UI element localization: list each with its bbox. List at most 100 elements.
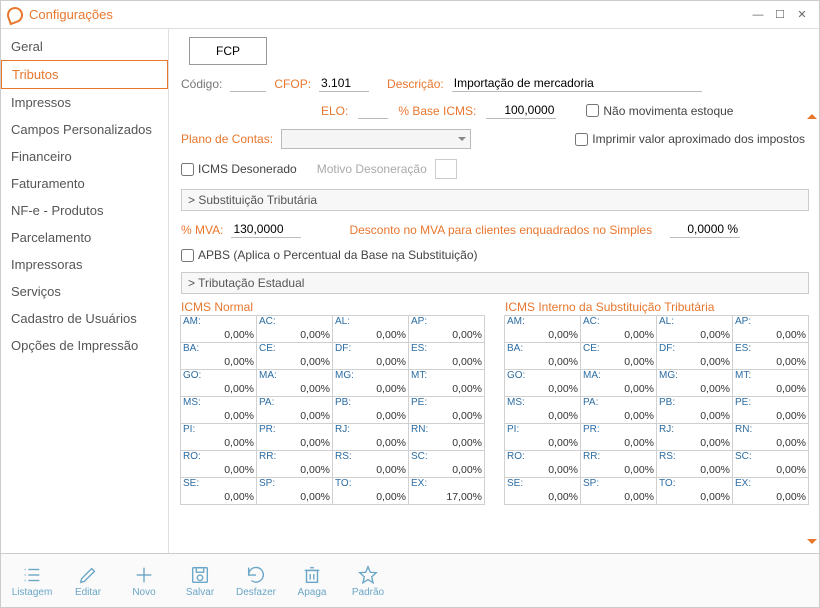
icms-cell-ba[interactable]: BA:0,00% bbox=[180, 342, 257, 370]
icms-cell-al[interactable]: AL:0,00% bbox=[656, 315, 733, 343]
fcp-button[interactable]: FCP bbox=[189, 37, 267, 65]
icms-cell-rj[interactable]: RJ:0,00% bbox=[332, 423, 409, 451]
icms-cell-ms[interactable]: MS:0,00% bbox=[504, 396, 581, 424]
sidebar-item-op-es-de-impress-o[interactable]: Opções de Impressão bbox=[1, 332, 168, 359]
icms-cell-ma[interactable]: MA:0,00% bbox=[580, 369, 657, 397]
base-icms-label: % Base ICMS: bbox=[398, 104, 476, 118]
icms-cell-go[interactable]: GO:0,00% bbox=[180, 369, 257, 397]
icms-cell-ma[interactable]: MA:0,00% bbox=[256, 369, 333, 397]
scroll-up-icon[interactable] bbox=[807, 109, 817, 119]
sidebar-item-parcelamento[interactable]: Parcelamento bbox=[1, 224, 168, 251]
novo-button[interactable]: Novo bbox=[123, 564, 165, 598]
maximize-button[interactable]: ☐ bbox=[769, 6, 791, 24]
salvar-button[interactable]: Salvar bbox=[179, 564, 221, 598]
sidebar-item-financeiro[interactable]: Financeiro bbox=[1, 143, 168, 170]
icms-cell-ce[interactable]: CE:0,00% bbox=[256, 342, 333, 370]
icms-cell-mg[interactable]: MG:0,00% bbox=[656, 369, 733, 397]
plano-contas-select[interactable] bbox=[281, 129, 471, 149]
sidebar-item-cadastro-de-usu-rios[interactable]: Cadastro de Usuários bbox=[1, 305, 168, 332]
icms-cell-sp[interactable]: SP:0,00% bbox=[256, 477, 333, 505]
motivo-desoneracao-input[interactable] bbox=[435, 159, 457, 179]
icms-cell-ms[interactable]: MS:0,00% bbox=[180, 396, 257, 424]
content-pane: FCP Código: CFOP: Descrição: ELO: % Base… bbox=[169, 29, 819, 553]
section-substituicao[interactable]: > Substituição Tributária bbox=[181, 189, 809, 211]
icms-cell-pr[interactable]: PR:0,00% bbox=[580, 423, 657, 451]
icms-cell-mt[interactable]: MT:0,00% bbox=[732, 369, 809, 397]
icms-cell-pb[interactable]: PB:0,00% bbox=[656, 396, 733, 424]
icms-cell-pi[interactable]: PI:0,00% bbox=[180, 423, 257, 451]
scroll-down-icon[interactable] bbox=[807, 539, 817, 549]
elo-input[interactable] bbox=[358, 102, 388, 119]
sidebar-item-faturamento[interactable]: Faturamento bbox=[1, 170, 168, 197]
icms-cell-ap[interactable]: AP:0,00% bbox=[408, 315, 485, 343]
icms-cell-go[interactable]: GO:0,00% bbox=[504, 369, 581, 397]
icms-cell-ap[interactable]: AP:0,00% bbox=[732, 315, 809, 343]
icms-cell-se[interactable]: SE:0,00% bbox=[180, 477, 257, 505]
listagem-button[interactable]: Listagem bbox=[11, 564, 53, 598]
apaga-button[interactable]: Apaga bbox=[291, 564, 333, 598]
icms-cell-rr[interactable]: RR:0,00% bbox=[256, 450, 333, 478]
icms-cell-mt[interactable]: MT:0,00% bbox=[408, 369, 485, 397]
base-icms-input[interactable] bbox=[486, 102, 556, 119]
descricao-input[interactable] bbox=[452, 75, 702, 92]
sidebar-item-tributos[interactable]: Tributos bbox=[1, 60, 168, 89]
icms-cell-pe[interactable]: PE:0,00% bbox=[732, 396, 809, 424]
icms-cell-se[interactable]: SE:0,00% bbox=[504, 477, 581, 505]
icms-cell-pa[interactable]: PA:0,00% bbox=[256, 396, 333, 424]
icms-cell-sc[interactable]: SC:0,00% bbox=[408, 450, 485, 478]
icms-cell-ro[interactable]: RO:0,00% bbox=[180, 450, 257, 478]
icms-cell-es[interactable]: ES:0,00% bbox=[408, 342, 485, 370]
apbs-checkbox[interactable]: APBS (Aplica o Percentual da Base na Sub… bbox=[181, 248, 478, 262]
icms-cell-df[interactable]: DF:0,00% bbox=[656, 342, 733, 370]
sidebar-item-geral[interactable]: Geral bbox=[1, 33, 168, 60]
icms-cell-al[interactable]: AL:0,00% bbox=[332, 315, 409, 343]
icms-cell-ex[interactable]: EX:0,00% bbox=[732, 477, 809, 505]
icms-cell-rn[interactable]: RN:0,00% bbox=[732, 423, 809, 451]
close-button[interactable]: ✕ bbox=[791, 6, 813, 24]
icms-cell-am[interactable]: AM:0,00% bbox=[504, 315, 581, 343]
icms-cell-ac[interactable]: AC:0,00% bbox=[256, 315, 333, 343]
icms-cell-ce[interactable]: CE:0,00% bbox=[580, 342, 657, 370]
icms-cell-rn[interactable]: RN:0,00% bbox=[408, 423, 485, 451]
minimize-button[interactable]: — bbox=[747, 6, 769, 24]
mva-input[interactable] bbox=[231, 221, 301, 238]
icms-cell-ex[interactable]: EX:17,00% bbox=[408, 477, 485, 505]
desc-mva-input[interactable] bbox=[670, 221, 740, 238]
icms-cell-rs[interactable]: RS:0,00% bbox=[332, 450, 409, 478]
icms-cell-pi[interactable]: PI:0,00% bbox=[504, 423, 581, 451]
icms-cell-ba[interactable]: BA:0,00% bbox=[504, 342, 581, 370]
codigo-input[interactable] bbox=[230, 75, 266, 92]
icms-cell-am[interactable]: AM:0,00% bbox=[180, 315, 257, 343]
icms-cell-rs[interactable]: RS:0,00% bbox=[656, 450, 733, 478]
icms-cell-df[interactable]: DF:0,00% bbox=[332, 342, 409, 370]
icms-cell-to[interactable]: TO:0,00% bbox=[656, 477, 733, 505]
icms-cell-mg[interactable]: MG:0,00% bbox=[332, 369, 409, 397]
padrao-button[interactable]: Padrão bbox=[347, 564, 389, 598]
icms-cell-pa[interactable]: PA:0,00% bbox=[580, 396, 657, 424]
nao-movimenta-checkbox[interactable]: Não movimenta estoque bbox=[586, 104, 733, 118]
icms-cell-pr[interactable]: PR:0,00% bbox=[256, 423, 333, 451]
icms-cell-ro[interactable]: RO:0,00% bbox=[504, 450, 581, 478]
icms-cell-ac[interactable]: AC:0,00% bbox=[580, 315, 657, 343]
section-tributacao-estadual[interactable]: > Tributação Estadual bbox=[181, 272, 809, 294]
icms-desonerado-checkbox[interactable]: ICMS Desonerado bbox=[181, 162, 297, 176]
imprimir-aprox-checkbox[interactable]: Imprimir valor aproximado dos impostos bbox=[575, 132, 805, 146]
editar-label: Editar bbox=[75, 587, 101, 598]
cfop-input[interactable] bbox=[319, 75, 369, 92]
sidebar-item-nf-e-produtos[interactable]: NF-e - Produtos bbox=[1, 197, 168, 224]
icms-cell-sc[interactable]: SC:0,00% bbox=[732, 450, 809, 478]
icms-cell-to[interactable]: TO:0,00% bbox=[332, 477, 409, 505]
icms-cell-rj[interactable]: RJ:0,00% bbox=[656, 423, 733, 451]
sidebar-item-servi-os[interactable]: Serviços bbox=[1, 278, 168, 305]
icms-cell-rr[interactable]: RR:0,00% bbox=[580, 450, 657, 478]
sidebar-item-campos-personalizados[interactable]: Campos Personalizados bbox=[1, 116, 168, 143]
desfazer-button[interactable]: Desfazer bbox=[235, 564, 277, 598]
sidebar-item-impressoras[interactable]: Impressoras bbox=[1, 251, 168, 278]
sidebar-item-impressos[interactable]: Impressos bbox=[1, 89, 168, 116]
icms-cell-pb[interactable]: PB:0,00% bbox=[332, 396, 409, 424]
icms-cell-es[interactable]: ES:0,00% bbox=[732, 342, 809, 370]
icms-cell-sp[interactable]: SP:0,00% bbox=[580, 477, 657, 505]
editar-button[interactable]: Editar bbox=[67, 564, 109, 598]
novo-label: Novo bbox=[132, 587, 155, 598]
icms-cell-pe[interactable]: PE:0,00% bbox=[408, 396, 485, 424]
